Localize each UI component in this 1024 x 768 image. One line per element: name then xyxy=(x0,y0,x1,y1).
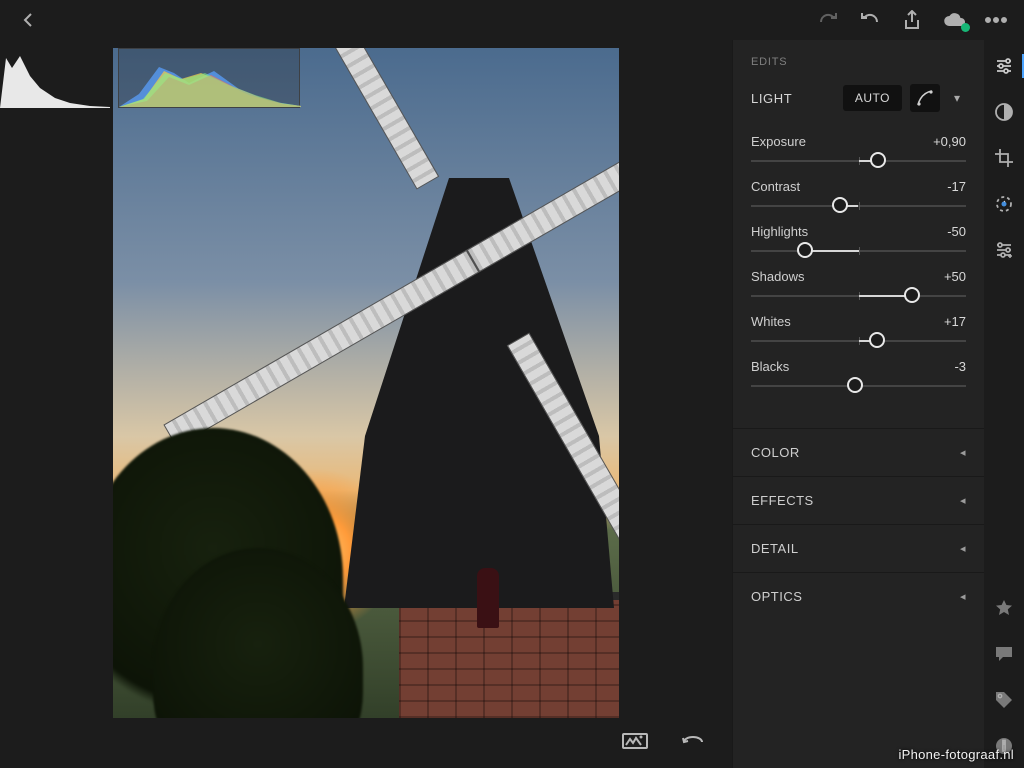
chevron-left-icon: ◂ xyxy=(960,494,966,507)
slider-track[interactable] xyxy=(751,329,966,353)
slider-exposure[interactable]: Exposure+0,90 xyxy=(751,134,966,173)
section-color[interactable]: COLOR◂ xyxy=(733,428,984,476)
cloud-sync-button[interactable] xyxy=(940,6,968,34)
chevron-left-icon: ◂ xyxy=(960,446,966,459)
back-button[interactable] xyxy=(14,6,42,34)
slider-knob[interactable] xyxy=(832,197,848,213)
crop-icon[interactable] xyxy=(992,146,1016,170)
edits-heading: EDITS xyxy=(751,56,966,68)
slider-knob[interactable] xyxy=(869,332,885,348)
slider-track[interactable] xyxy=(751,284,966,308)
slider-knob[interactable] xyxy=(870,152,886,168)
revert-button[interactable] xyxy=(680,731,708,755)
slider-track[interactable] xyxy=(751,374,966,398)
chevron-left-icon: ◂ xyxy=(960,542,966,555)
chevron-left-icon: ◂ xyxy=(960,590,966,603)
slider-blacks[interactable]: Blacks-3 xyxy=(751,359,966,398)
slider-track[interactable] xyxy=(751,194,966,218)
section-detail[interactable]: DETAIL◂ xyxy=(733,524,984,572)
section-effects[interactable]: EFFECTS◂ xyxy=(733,476,984,524)
light-heading[interactable]: LIGHT xyxy=(751,91,835,106)
comment-icon[interactable] xyxy=(992,642,1016,666)
heal-icon[interactable] xyxy=(992,192,1016,216)
more-button[interactable] xyxy=(982,6,1010,34)
redo-button[interactable] xyxy=(814,6,842,34)
slider-knob[interactable] xyxy=(847,377,863,393)
tone-curve-button[interactable] xyxy=(910,84,940,112)
share-button[interactable] xyxy=(898,6,926,34)
adjust-icon[interactable] xyxy=(992,54,1016,78)
compare-button[interactable] xyxy=(622,731,650,755)
edit-panel: EDITS LIGHT AUTO ▾ Exposure+0,90 Contrast… xyxy=(732,40,984,768)
section-optics[interactable]: OPTICS◂ xyxy=(733,572,984,620)
light-collapse-toggle[interactable]: ▾ xyxy=(948,91,966,105)
presets-icon[interactable] xyxy=(992,238,1016,262)
auto-button[interactable]: AUTO xyxy=(843,85,902,111)
slider-highlights[interactable]: Highlights-50 xyxy=(751,224,966,263)
watermark: iPhone-fotograaf.nl xyxy=(898,747,1014,762)
photo-preview[interactable] xyxy=(113,48,619,718)
slider-knob[interactable] xyxy=(904,287,920,303)
histogram-luma xyxy=(0,48,182,108)
star-icon[interactable] xyxy=(992,596,1016,620)
slider-shadows[interactable]: Shadows+50 xyxy=(751,269,966,308)
slider-knob[interactable] xyxy=(797,242,813,258)
slider-whites[interactable]: Whites+17 xyxy=(751,314,966,353)
filters-icon[interactable] xyxy=(992,100,1016,124)
slider-track[interactable] xyxy=(751,239,966,263)
slider-contrast[interactable]: Contrast-17 xyxy=(751,179,966,218)
tag-icon[interactable] xyxy=(992,688,1016,712)
undo-button[interactable] xyxy=(856,6,884,34)
slider-track[interactable] xyxy=(751,149,966,173)
